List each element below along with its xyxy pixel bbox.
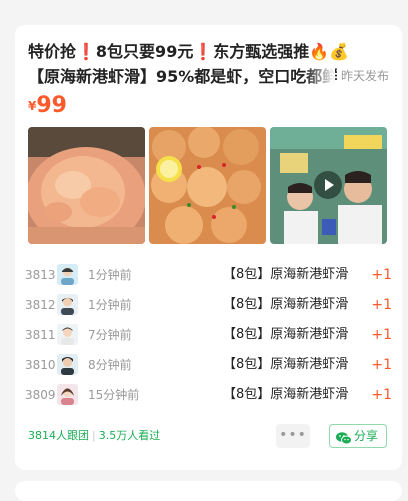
avatar — [57, 384, 78, 405]
more-dots-icon: ••• — [279, 427, 307, 443]
avatar — [57, 324, 78, 345]
order-number: 3810 — [25, 358, 56, 372]
order-product: 【8包】原海新港虾滑 — [223, 297, 349, 312]
share-label: 分享 — [354, 429, 379, 443]
product-image-1[interactable] — [28, 127, 145, 244]
avatar — [57, 294, 78, 315]
price-amount: 99 — [36, 93, 67, 118]
order-list: 3813 1分钟前 【8包】原海新港虾滑 +1 3812 1分钟前 【8包】原海… — [25, 260, 392, 410]
order-time: 15分钟前 — [88, 388, 140, 402]
stats-divider: | — [92, 429, 96, 442]
order-product: 【8包】原海新港虾滑 — [223, 267, 349, 282]
order-time: 1分钟前 — [88, 268, 132, 282]
order-row[interactable]: 3810 8分钟前 【8包】原海新港虾滑 +1 — [25, 350, 392, 380]
title-fade — [305, 64, 335, 89]
order-product: 【8包】原海新港虾滑 — [223, 327, 349, 342]
shrimp-paste-photo — [28, 127, 145, 244]
order-quantity: +1 — [371, 267, 392, 283]
share-button[interactable]: 分享 — [329, 424, 387, 448]
follower-count: 3814人跟团 — [28, 429, 89, 442]
order-product: 【8包】原海新港虾滑 — [223, 387, 349, 402]
product-image-2[interactable] — [149, 127, 266, 244]
order-row[interactable]: 3812 1分钟前 【8包】原海新港虾滑 +1 — [25, 290, 392, 320]
order-quantity: +1 — [371, 357, 392, 373]
group-buy-post-card[interactable]: 特价抢❗8包只要99元❗东方甄选强推🔥💰【原海新港虾滑】95%都是虾，空口吃都鲜… — [15, 25, 402, 470]
more-button[interactable]: ••• — [276, 424, 310, 448]
play-icon[interactable] — [314, 171, 342, 199]
order-number: 3813 — [25, 268, 56, 282]
order-quantity: +1 — [371, 327, 392, 343]
order-product: 【8包】原海新港虾滑 — [223, 357, 349, 372]
order-row[interactable]: 3811 7分钟前 【8包】原海新港虾滑 +1 — [25, 320, 392, 350]
top-background — [0, 0, 408, 14]
order-number: 3812 — [25, 298, 56, 312]
avatar — [57, 264, 78, 285]
order-quantity: +1 — [371, 297, 392, 313]
avatar — [57, 354, 78, 375]
product-video-thumbnail[interactable] — [270, 127, 387, 244]
order-row[interactable]: 3809 15分钟前 【8包】原海新港虾滑 +1 — [25, 380, 392, 410]
order-row[interactable]: 3813 1分钟前 【8包】原海新港虾滑 +1 — [25, 260, 392, 290]
image-gallery — [28, 127, 388, 244]
order-time: 8分钟前 — [88, 358, 132, 372]
order-time: 7分钟前 — [88, 328, 132, 342]
price: ¥99 — [28, 93, 67, 118]
posted-time: 昨天发布 — [336, 65, 389, 87]
wechat-icon — [336, 430, 352, 452]
order-time: 1分钟前 — [88, 298, 132, 312]
order-number: 3811 — [25, 328, 56, 342]
view-count: 3.5万人看过 — [98, 429, 161, 442]
group-stats: 3814人跟团 | 3.5万人看过 — [28, 427, 160, 445]
next-card-preview — [15, 481, 402, 501]
order-number: 3809 — [25, 388, 56, 402]
order-quantity: +1 — [371, 387, 392, 403]
shrimp-balls-lemon-photo — [149, 127, 266, 244]
